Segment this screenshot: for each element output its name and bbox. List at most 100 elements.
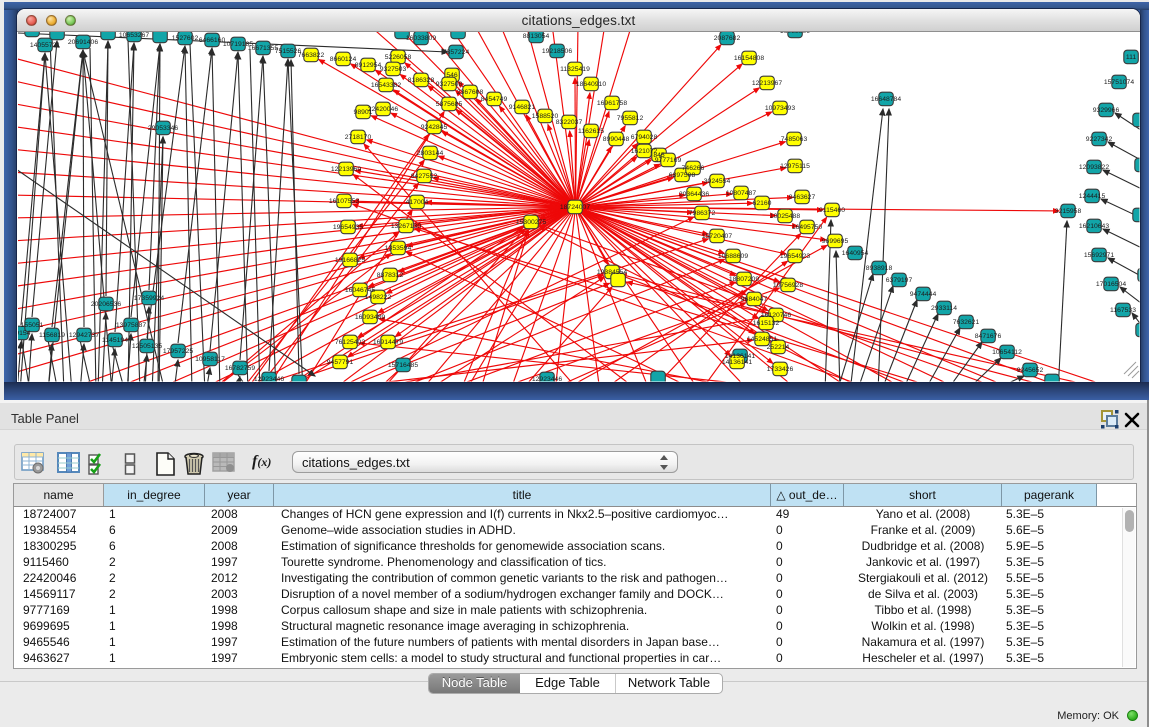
svg-text:19384554: 19384554: [597, 269, 627, 276]
svg-text:1527602: 1527602: [172, 35, 199, 42]
svg-text:13975887: 13975887: [116, 322, 146, 329]
svg-text:2718170: 2718170: [345, 134, 372, 141]
svg-text:98901: 98901: [354, 109, 373, 116]
svg-text:9242845: 9242845: [421, 124, 448, 131]
svg-text:1145194: 1145194: [102, 337, 128, 344]
svg-text:1640954: 1640954: [842, 250, 869, 257]
svg-text:9463627: 9463627: [789, 194, 816, 201]
svg-text:8322037: 8322037: [556, 119, 583, 126]
svg-text:20364436: 20364436: [679, 191, 709, 198]
svg-text:7485063: 7485063: [781, 136, 808, 143]
svg-text:16495750: 16495750: [792, 224, 822, 231]
svg-text:417004: 417004: [406, 199, 429, 206]
svg-text:2367608: 2367608: [457, 89, 484, 96]
svg-text:16961758: 16961758: [597, 100, 627, 107]
svg-text:76125402: 76125402: [335, 339, 365, 346]
svg-text:20206536: 20206536: [91, 301, 121, 308]
svg-text:9457791: 9457791: [327, 359, 354, 366]
svg-text:6897508: 6897508: [669, 172, 696, 179]
svg-text:1162615: 1162615: [578, 128, 604, 135]
svg-text:6794028: 6794028: [631, 134, 658, 141]
svg-text:12975115: 12975115: [780, 163, 810, 170]
svg-text:6466160: 6466160: [199, 37, 226, 44]
svg-text:15300275: 15300275: [516, 219, 546, 226]
svg-text:14136141: 14136141: [722, 359, 752, 366]
svg-text:15716485: 15716485: [388, 362, 418, 369]
svg-text:19166825: 19166825: [335, 257, 365, 264]
svg-text:12213967: 12213967: [752, 80, 782, 87]
svg-text:9699695: 9699695: [822, 238, 849, 245]
svg-text:3215958: 3215958: [1055, 208, 1082, 215]
svg-text:10756928: 10756928: [773, 282, 803, 289]
svg-text:16648784: 16648784: [871, 96, 901, 103]
svg-text:18640910: 18640910: [576, 81, 606, 88]
svg-text:12923446: 12923446: [254, 376, 284, 383]
svg-text:8186328: 8186328: [408, 77, 435, 84]
svg-text:14055721: 14055721: [30, 42, 60, 49]
svg-text:1733426: 1733426: [767, 366, 794, 373]
svg-text:19654935: 19654935: [333, 224, 363, 231]
svg-text:2087682: 2087682: [714, 35, 741, 42]
svg-text:10654112: 10654112: [992, 349, 1022, 356]
svg-text:16543382: 16543382: [371, 82, 401, 89]
svg-text:1156819: 1156819: [39, 332, 65, 339]
svg-text:18724007: 18724007: [560, 204, 590, 211]
svg-text:252214: 252214: [767, 344, 790, 351]
svg-text:19218506: 19218506: [542, 48, 572, 55]
svg-text:8660124: 8660124: [330, 56, 357, 63]
svg-text:20691406: 20691406: [68, 39, 98, 46]
svg-text:1353594: 1353594: [385, 245, 412, 252]
svg-text:11325419: 11325419: [560, 66, 590, 73]
svg-text:9474444: 9474444: [910, 291, 937, 298]
svg-text:16033809: 16033809: [406, 35, 436, 42]
svg-text:9327503: 9327503: [380, 66, 407, 73]
svg-text:10973493: 10973493: [765, 105, 795, 112]
svg-text:39154: 39154: [12, 330, 31, 337]
svg-text:7663822: 7663822: [298, 52, 325, 59]
svg-text:155051: 155051: [21, 322, 44, 329]
svg-text:746266: 746266: [682, 165, 705, 172]
svg-text:8990448: 8990448: [603, 136, 630, 143]
svg-text:10653267: 10653267: [119, 32, 149, 39]
svg-text:9245652: 9245652: [1017, 367, 1044, 374]
svg-text:29053346: 29053346: [148, 125, 178, 132]
svg-text:9327508: 9327508: [436, 81, 463, 88]
svg-text:1615132: 1615132: [753, 320, 780, 327]
svg-text:10688609: 10688609: [718, 253, 748, 260]
svg-text:111: 111: [1126, 54, 1137, 61]
svg-text:8454749: 8454749: [481, 96, 508, 103]
svg-text:2803144: 2803144: [417, 150, 444, 157]
svg-text:15692971: 15692971: [1084, 252, 1114, 259]
svg-text:10958117: 10958117: [195, 356, 225, 363]
svg-text:5875685: 5875685: [436, 101, 463, 108]
svg-text:8938918: 8938918: [866, 265, 893, 272]
svg-text:7357224: 7357224: [443, 49, 470, 56]
svg-text:9684047: 9684047: [741, 296, 768, 303]
svg-text:546: 546: [446, 72, 458, 79]
svg-text:6379197: 6379197: [886, 277, 913, 284]
svg-text:15751074: 15751074: [1104, 79, 1134, 86]
svg-text:7632621: 7632621: [953, 319, 980, 326]
svg-text:1244415: 1244415: [1079, 193, 1106, 200]
svg-text:8427552: 8427552: [411, 173, 438, 180]
svg-text:17957225: 17957225: [163, 348, 193, 355]
svg-text:16093489: 16093489: [355, 314, 385, 321]
svg-text:1588520: 1588520: [532, 113, 559, 120]
svg-text:16914479: 16914479: [373, 339, 403, 346]
svg-text:62160: 62160: [753, 200, 772, 207]
svg-text:17016504: 17016504: [1096, 281, 1126, 288]
svg-text:10807487: 10807487: [726, 190, 756, 197]
svg-text:7986372: 7986372: [689, 210, 716, 217]
svg-text:8912954: 8912954: [355, 62, 382, 69]
svg-text:16210643: 16210643: [1079, 223, 1109, 230]
svg-text:8813054: 8813054: [523, 33, 550, 40]
svg-text:8878312: 8878312: [377, 272, 404, 279]
svg-text:12942737: 12942737: [69, 332, 99, 339]
svg-text:9329966: 9329966: [1093, 107, 1120, 114]
svg-text:12505135: 12505135: [132, 343, 162, 350]
svg-text:18807209: 18807209: [729, 276, 759, 283]
svg-text:12213969: 12213969: [331, 166, 361, 173]
svg-text:1167533: 1167533: [1110, 307, 1136, 314]
svg-text:8471676: 8471676: [975, 333, 1002, 340]
svg-text:10025488: 10025488: [770, 213, 800, 220]
